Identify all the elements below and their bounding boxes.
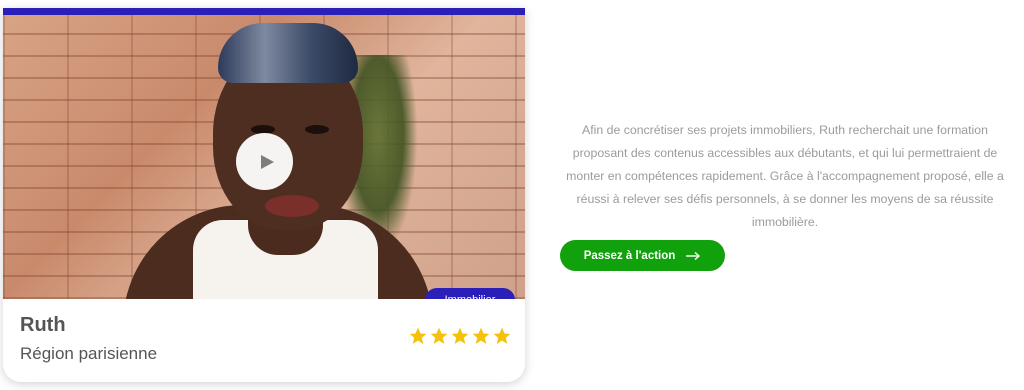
card-accent-bar: [3, 8, 525, 15]
video-thumbnail[interactable]: Immobilier: [3, 15, 525, 299]
testimonial-text: Afin de concrétiser ses projets immobili…: [566, 123, 1004, 229]
rating-stars: [408, 326, 512, 346]
testimonial-card: Immobilier Ruth Région parisienne: [3, 8, 525, 382]
person-headscarf: [218, 23, 358, 83]
star-icon: [451, 327, 469, 344]
play-icon: [260, 154, 274, 169]
person-mouth: [265, 195, 319, 217]
star-icon: [493, 327, 511, 344]
person-eye-right: [305, 125, 329, 134]
play-button[interactable]: [236, 133, 293, 190]
star-icon: [409, 327, 427, 344]
star-icon: [472, 327, 490, 344]
cta-button[interactable]: Passez à l'action: [560, 240, 725, 271]
star-icon: [430, 327, 448, 344]
category-badge: Immobilier: [425, 288, 515, 299]
cta-label: Passez à l'action: [583, 249, 676, 262]
arrow-right-icon: [686, 251, 701, 260]
person-region: Région parisienne: [20, 344, 158, 363]
person-name: Ruth: [20, 314, 66, 336]
